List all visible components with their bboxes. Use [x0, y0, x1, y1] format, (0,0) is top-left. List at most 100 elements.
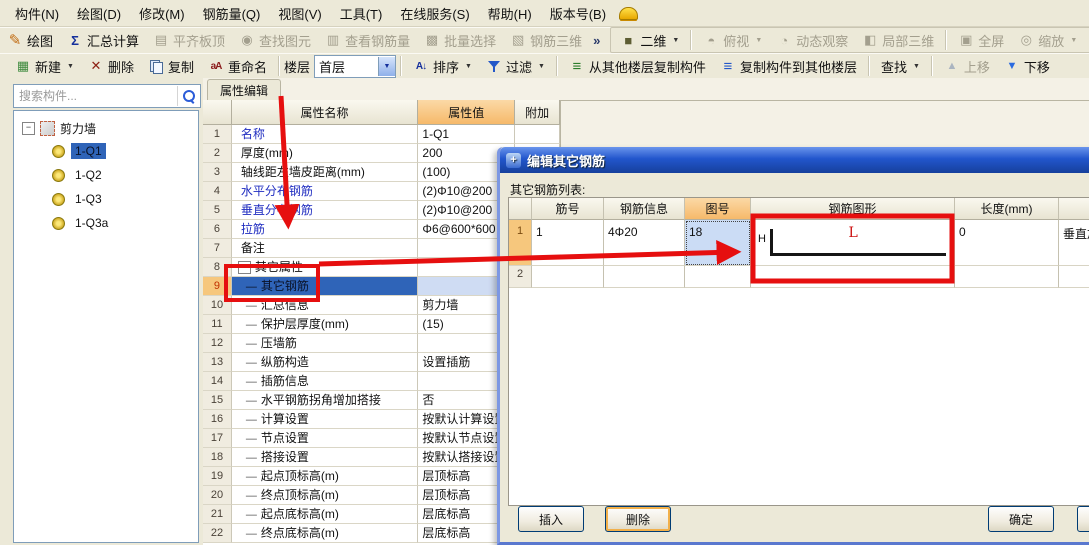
property-name-cell[interactable]: 其它钢筋: [231, 277, 419, 296]
align-slab-top-button[interactable]: 平齐板顶: [146, 28, 232, 52]
binoculars-icon: [239, 32, 255, 48]
rebar-shape-cell[interactable]: [751, 266, 955, 288]
tree-item[interactable]: 1-Q3a: [14, 211, 198, 235]
delete-x-icon: [88, 58, 104, 74]
copy-from-floor-button[interactable]: 从其他楼层复制构件: [562, 54, 713, 78]
tree-item[interactable]: 1-Q3: [14, 187, 198, 211]
menu-tools[interactable]: 工具(T): [331, 1, 392, 26]
property-name-cell[interactable]: 拉筋: [231, 220, 419, 239]
property-name-cell[interactable]: 汇总信息: [231, 296, 419, 315]
find-element-button[interactable]: 查找图元: [232, 28, 318, 52]
property-name-cell[interactable]: 保护层厚度(mm): [231, 315, 419, 334]
extra-cell[interactable]: 垂直加: [1059, 220, 1089, 266]
partial-3d-icon: [862, 32, 878, 48]
filter-button[interactable]: 过滤 ▼: [479, 54, 552, 78]
property-name-cell[interactable]: 备注: [231, 239, 419, 258]
batch-select-button[interactable]: 批量选择: [417, 28, 503, 52]
tab-property-edit[interactable]: 属性编辑: [207, 79, 282, 101]
draw-mode-button[interactable]: 绘图: [0, 28, 60, 52]
top-view-button[interactable]: 俯视▼: [696, 28, 769, 52]
figure-number-cell[interactable]: 18: [685, 220, 751, 266]
rebar-shape-cell[interactable]: H L: [751, 220, 955, 266]
sort-button[interactable]: 排序▼: [406, 54, 479, 78]
delete-button[interactable]: 删除: [81, 54, 141, 78]
property-name-cell[interactable]: 其它属性: [231, 258, 419, 277]
rename-button[interactable]: 重命名: [201, 54, 274, 78]
property-name-cell[interactable]: 厚度(mm): [231, 144, 419, 163]
move-down-button[interactable]: 下移: [997, 54, 1057, 78]
menu-component[interactable]: 构件(N): [6, 1, 68, 26]
pan-button[interactable]: 平移▼: [1084, 28, 1089, 52]
partial-3d-button[interactable]: 局部三维: [855, 28, 941, 52]
property-name-cell[interactable]: 插筋信息: [231, 372, 419, 391]
length-cell[interactable]: [955, 266, 1059, 288]
rebar-3d-button[interactable]: 钢筋三维: [503, 28, 589, 52]
menu-version[interactable]: 版本号(B): [541, 1, 615, 26]
property-row-number: 1: [203, 125, 232, 144]
property-extra-cell[interactable]: [515, 125, 561, 144]
new-button[interactable]: 新建▼: [8, 54, 81, 78]
rebar-row[interactable]: 2: [509, 266, 1089, 288]
property-name-cell[interactable]: 纵筋构造: [231, 353, 419, 372]
combo-arrow-icon[interactable]: ▼: [378, 56, 396, 76]
property-name-cell[interactable]: 名称: [231, 125, 419, 144]
delete-row-button[interactable]: 删除: [605, 506, 671, 532]
bar-number-cell[interactable]: [532, 266, 604, 288]
rebar-info-cell[interactable]: [604, 266, 685, 288]
ok-button[interactable]: 确定: [988, 506, 1054, 532]
property-name-cell[interactable]: 终点底标高(m): [231, 524, 419, 543]
header-rebar-info: 钢筋信息: [604, 198, 685, 220]
zoom-button[interactable]: 缩放▼: [1011, 28, 1084, 52]
property-name-cell[interactable]: 起点底标高(m): [231, 505, 419, 524]
property-name-cell[interactable]: 终点顶标高(m): [231, 486, 419, 505]
copy-to-floor-button[interactable]: 复制构件到其他楼层: [713, 54, 864, 78]
tree-item[interactable]: 1-Q2: [14, 163, 198, 187]
figure-number-cell[interactable]: [685, 266, 751, 288]
shape-vertical-segment: [770, 229, 773, 256]
property-row-number: 10: [203, 296, 232, 315]
menu-online-service[interactable]: 在线服务(S): [391, 1, 478, 26]
menu-view[interactable]: 视图(V): [269, 1, 330, 26]
floor-combobox[interactable]: 首层 ▼: [314, 54, 397, 78]
property-name-cell[interactable]: 压墙筋: [231, 334, 419, 353]
view-rebar-qty-button[interactable]: 查看钢筋量: [318, 28, 417, 52]
property-name-cell[interactable]: 搭接设置: [231, 448, 419, 467]
search-input[interactable]: [14, 86, 177, 106]
dialog-title-bar[interactable]: + 编辑其它钢筋: [500, 147, 1089, 173]
menu-help[interactable]: 帮助(H): [479, 1, 541, 26]
rebar-info-cell[interactable]: 4Φ20: [604, 220, 685, 266]
find-button[interactable]: 查找 ▼: [874, 54, 927, 78]
property-name-cell[interactable]: 计算设置: [231, 410, 419, 429]
rebar-row[interactable]: 1 1 4Φ20 18 H L 0 垂直加: [509, 220, 1089, 266]
tree-expander-icon[interactable]: [22, 121, 35, 135]
property-row[interactable]: 1 名称 1-Q1: [203, 125, 561, 144]
view-2d-icon: [620, 32, 636, 48]
menu-modify[interactable]: 修改(M): [130, 1, 194, 26]
menu-draw[interactable]: 绘图(D): [68, 1, 130, 26]
copy-button[interactable]: 复制: [141, 54, 201, 78]
clipped-button[interactable]: [1077, 506, 1089, 532]
bar-number-cell[interactable]: 1: [532, 220, 604, 266]
toolbar-overflow-chevron[interactable]: »: [589, 33, 604, 48]
property-name-cell[interactable]: 轴线距左墙皮距离(mm): [231, 163, 419, 182]
view-2d-button[interactable]: 二维▼: [613, 28, 686, 52]
length-cell[interactable]: 0: [955, 220, 1059, 266]
property-value-cell[interactable]: 1-Q1: [418, 125, 516, 144]
property-name-cell[interactable]: 垂直分布钢筋: [231, 201, 419, 220]
property-name-cell[interactable]: 节点设置: [231, 429, 419, 448]
orbit-button[interactable]: 动态观察: [769, 28, 855, 52]
summary-calc-button[interactable]: 汇总计算: [60, 28, 146, 52]
insert-button[interactable]: 插入: [518, 506, 584, 532]
property-name-cell[interactable]: 水平分布钢筋: [231, 182, 419, 201]
tree-item[interactable]: 1-Q1: [14, 139, 198, 163]
menu-rebar-qty[interactable]: 钢筋量(Q): [194, 1, 270, 26]
search-icon[interactable]: [177, 86, 200, 106]
tree-root-shear-wall[interactable]: 剪力墙: [14, 117, 198, 139]
property-name-cell[interactable]: 水平钢筋拐角增加搭接: [231, 391, 419, 410]
move-up-button[interactable]: 上移: [937, 54, 997, 78]
property-name-cell[interactable]: 起点顶标高(m): [231, 467, 419, 486]
fullscreen-button[interactable]: 全屏: [951, 28, 1011, 52]
sigma-icon: [67, 32, 83, 48]
row-number-cell: 2: [509, 266, 532, 288]
extra-cell[interactable]: [1059, 266, 1089, 288]
